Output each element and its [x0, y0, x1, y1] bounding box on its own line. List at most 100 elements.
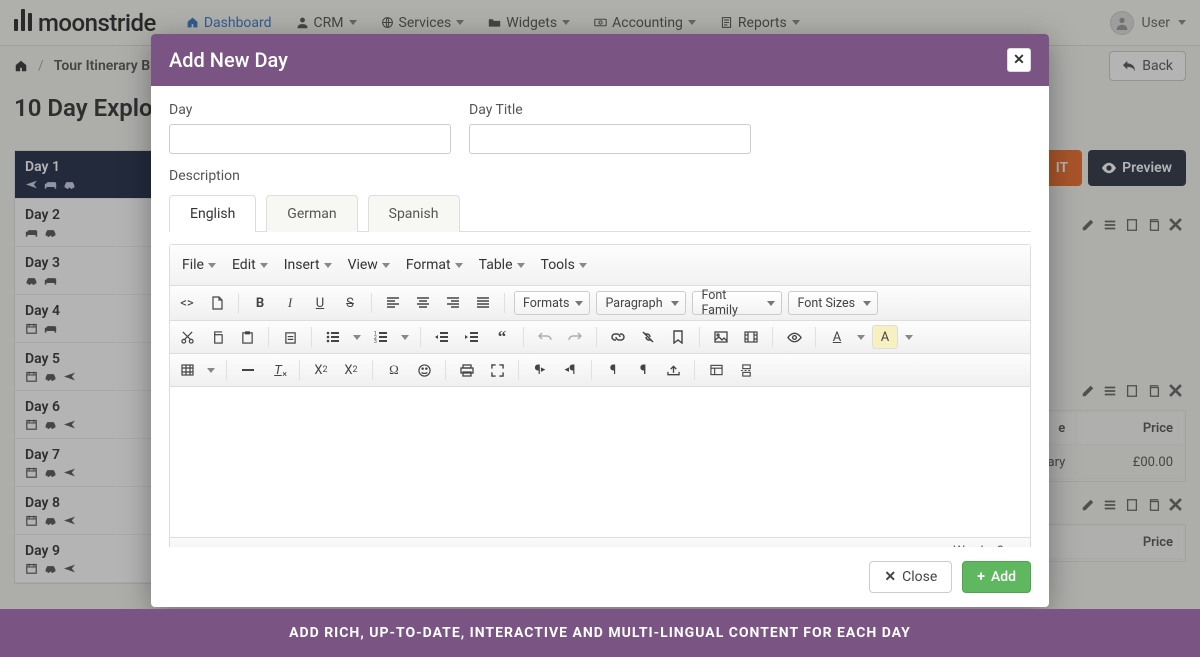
show-invisible-button[interactable]: ¶	[630, 358, 656, 382]
font-sizes-select[interactable]: Font Sizes	[788, 291, 878, 315]
align-left-button[interactable]	[380, 291, 406, 315]
chevron-down-icon	[401, 335, 409, 340]
modal-header: Add New Day ✕	[151, 34, 1049, 86]
bg-color-button[interactable]: A	[872, 325, 898, 349]
bookmark-icon	[672, 330, 684, 344]
media-button[interactable]	[738, 325, 764, 349]
nbsp-icon	[667, 365, 680, 376]
copy-icon	[211, 331, 224, 344]
anchor-button[interactable]	[665, 325, 691, 349]
link-button[interactable]	[605, 325, 631, 349]
align-right-button[interactable]	[440, 291, 466, 315]
bullet-list-button[interactable]	[320, 325, 346, 349]
menu-file[interactable]: File	[176, 253, 222, 277]
undo-icon	[538, 331, 552, 343]
film-icon	[744, 331, 758, 343]
tab-german[interactable]: German	[266, 195, 357, 232]
paste-text-button[interactable]	[277, 325, 303, 349]
clear-formatting-button[interactable]: T×	[265, 358, 291, 382]
template-button[interactable]	[703, 358, 729, 382]
smile-icon	[418, 364, 431, 377]
menu-insert[interactable]: Insert	[278, 253, 338, 277]
print-icon	[460, 364, 474, 377]
redo-button[interactable]	[562, 325, 588, 349]
pagebreak-button[interactable]	[733, 358, 759, 382]
text-color-picker[interactable]	[854, 325, 868, 349]
pagebreak-icon	[740, 364, 753, 377]
rich-text-editor: File Edit Insert View Format Table Tools…	[169, 244, 1031, 547]
strikethrough-button[interactable]: S	[337, 291, 363, 315]
editor-content-area[interactable]	[170, 387, 1030, 537]
formats-select[interactable]: Formats	[514, 291, 590, 315]
image-button[interactable]	[708, 325, 734, 349]
modal-footer: ✕ Close + Add	[151, 547, 1049, 607]
numbered-list-icon: 123	[374, 331, 388, 343]
bg-color-picker[interactable]	[902, 325, 916, 349]
menu-edit[interactable]: Edit	[226, 253, 274, 277]
special-char-button[interactable]: Ω	[381, 358, 407, 382]
chevron-down-icon	[579, 263, 587, 268]
table-picker[interactable]	[204, 358, 218, 382]
emoticon-button[interactable]	[411, 358, 437, 382]
rtl-button[interactable]: ◂¶	[557, 358, 583, 382]
add-button[interactable]: + Add	[962, 561, 1031, 593]
tab-english[interactable]: English	[169, 195, 256, 232]
menu-format[interactable]: Format	[400, 253, 469, 277]
paragraph-select[interactable]: Paragraph	[596, 291, 686, 315]
blockquote-button[interactable]: “	[489, 325, 515, 349]
svg-text:3: 3	[374, 339, 377, 343]
align-justify-button[interactable]	[470, 291, 496, 315]
menu-view[interactable]: View	[342, 253, 396, 277]
indent-button[interactable]	[459, 325, 485, 349]
show-blocks-button[interactable]: ¶	[600, 358, 626, 382]
superscript-button[interactable]: X2	[338, 358, 364, 382]
numbered-list-button[interactable]: 123	[368, 325, 394, 349]
bottom-banner: ADD RICH, UP-TO-DATE, INTERACTIVE AND MU…	[0, 609, 1200, 657]
cut-button[interactable]	[174, 325, 200, 349]
source-code-button[interactable]: <>	[174, 291, 200, 315]
menu-tools[interactable]: Tools	[535, 253, 593, 277]
plus-icon: +	[977, 569, 985, 585]
bullet-list-icon	[326, 331, 340, 343]
copy-button[interactable]	[204, 325, 230, 349]
underline-button[interactable]: U	[307, 291, 333, 315]
editor-statusbar: p Words: 0	[170, 537, 1030, 547]
language-tabs: English German Spanish	[169, 194, 1031, 232]
day-input[interactable]	[169, 124, 451, 154]
paste-button[interactable]	[234, 325, 260, 349]
unlink-button[interactable]	[635, 325, 661, 349]
table-button[interactable]	[174, 358, 200, 382]
description-label: Description	[169, 168, 240, 184]
hr-button[interactable]	[235, 358, 261, 382]
editor-toolbar-2: 123 “	[170, 321, 1030, 354]
clipboard-text-icon	[284, 331, 297, 344]
hr-icon	[241, 367, 255, 373]
outdent-button[interactable]	[429, 325, 455, 349]
scissors-icon	[181, 331, 194, 344]
resize-handle[interactable]	[1010, 547, 1020, 548]
close-button[interactable]: ✕ Close	[869, 561, 952, 593]
new-document-button[interactable]	[204, 291, 230, 315]
ltr-button[interactable]: ¶▸	[527, 358, 553, 382]
preview-button[interactable]	[781, 325, 807, 349]
indent-icon	[465, 331, 479, 343]
fullscreen-button[interactable]	[484, 358, 510, 382]
align-center-button[interactable]	[410, 291, 436, 315]
undo-button[interactable]	[532, 325, 558, 349]
tab-spanish[interactable]: Spanish	[368, 195, 460, 232]
italic-button[interactable]: I	[277, 291, 303, 315]
font-family-select[interactable]: Font Family	[692, 291, 782, 315]
text-color-button[interactable]: A	[824, 325, 850, 349]
chevron-down-icon	[382, 263, 390, 268]
print-button[interactable]	[454, 358, 480, 382]
list-style-button[interactable]	[350, 325, 364, 349]
template-icon	[710, 364, 723, 376]
modal-close-button[interactable]: ✕	[1007, 48, 1031, 72]
day-title-input[interactable]	[469, 124, 751, 154]
bold-button[interactable]: B	[247, 291, 273, 315]
numbered-style-button[interactable]	[398, 325, 412, 349]
outdent-icon	[435, 331, 449, 343]
nbsp-button[interactable]	[660, 358, 686, 382]
menu-table[interactable]: Table	[473, 253, 531, 277]
subscript-button[interactable]: X2	[308, 358, 334, 382]
